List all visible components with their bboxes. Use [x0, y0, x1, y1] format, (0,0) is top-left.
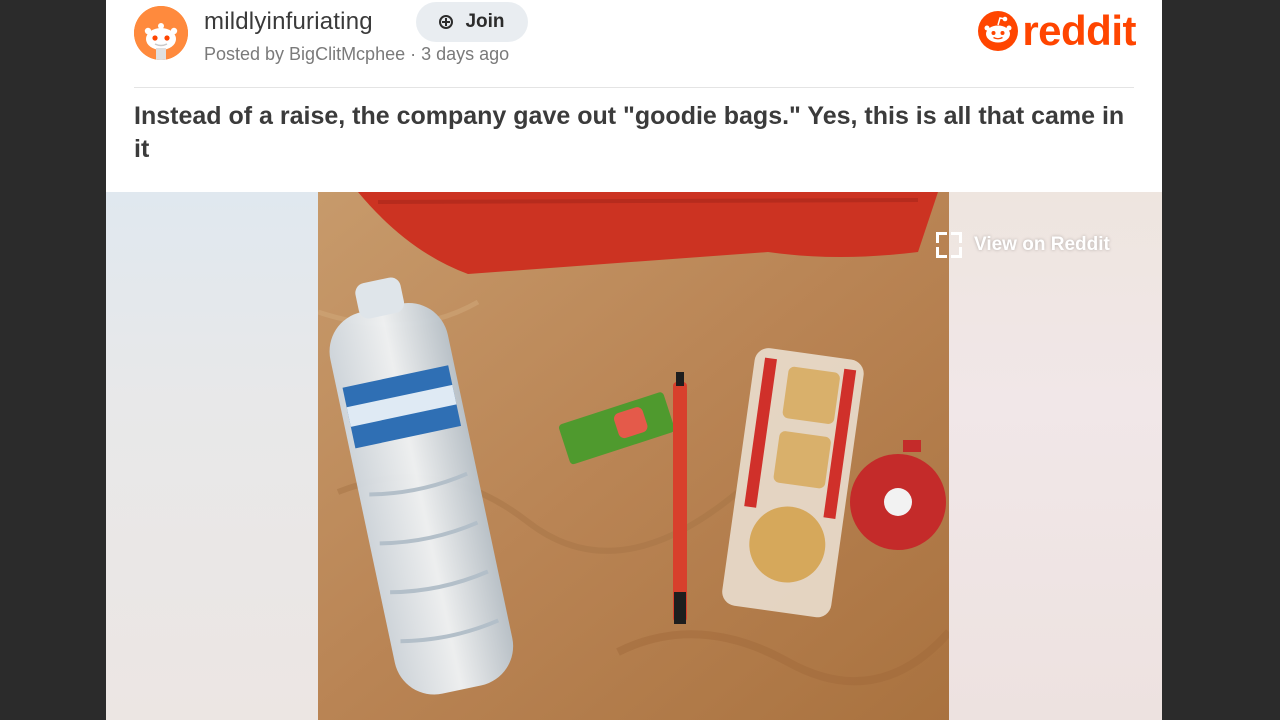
header-divider [134, 87, 1134, 88]
posted-by[interactable]: Posted by BigClitMcphee [204, 44, 405, 64]
meta-separator: · [405, 44, 422, 64]
reddit-logo[interactable]: reddit [978, 10, 1136, 52]
view-on-reddit-label: View on Reddit [974, 234, 1110, 255]
post-meta: Posted by BigClitMcphee · 3 days ago [204, 44, 509, 65]
goodie-bag-photo [318, 192, 949, 720]
expand-icon [936, 232, 962, 258]
post-media[interactable]: View on Reddit [106, 192, 1162, 720]
media-blur-left [106, 192, 318, 720]
plus-circle-icon [439, 15, 454, 29]
view-on-reddit-link[interactable]: View on Reddit [936, 232, 1110, 258]
reddit-embed-card: mildlyinfuriating Join Posted by BigClit… [106, 0, 1162, 720]
subreddit-avatar[interactable] [134, 6, 188, 60]
snoo-avatar-icon [134, 6, 188, 60]
post-title[interactable]: Instead of a raise, the company gave out… [134, 100, 1144, 166]
subreddit-name[interactable]: mildlyinfuriating [204, 8, 373, 36]
reddit-wordmark: reddit [1022, 7, 1136, 54]
posted-time: 3 days ago [421, 44, 510, 64]
media-blur-right [949, 192, 1162, 720]
post-header: mildlyinfuriating Join Posted by BigClit… [106, 0, 1162, 88]
join-button-label: Join [465, 11, 505, 32]
join-button[interactable]: Join [416, 2, 528, 42]
post-photo[interactable] [318, 192, 949, 720]
snoo-icon [978, 11, 1019, 51]
